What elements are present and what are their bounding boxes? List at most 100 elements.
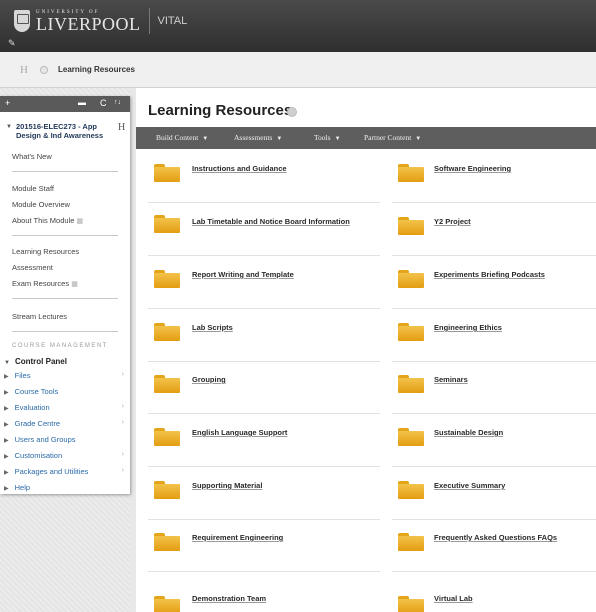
- build-content-menu[interactable]: Build Content ▼: [156, 133, 208, 142]
- add-menu-item-icon[interactable]: +: [5, 98, 10, 108]
- tools-menu[interactable]: Tools ▼: [314, 133, 341, 142]
- folder-link[interactable]: Software Engineering: [434, 164, 511, 173]
- expand-triangle-icon: ▶: [4, 438, 9, 444]
- folder-icon: [154, 481, 180, 499]
- folder-link[interactable]: Lab Scripts: [192, 323, 233, 332]
- content-folder-item[interactable]: Frequently Asked Questions FAQs: [392, 519, 596, 572]
- sidebar-tool-customisation[interactable]: ▶ Customisation ›: [4, 451, 126, 460]
- sidebar-item-about-this-module[interactable]: About This Module ▦: [12, 216, 83, 225]
- content-folder-item[interactable]: Supporting Material: [148, 467, 380, 520]
- sidebar-tool-grade-centre[interactable]: ▶ Grade Centre ›: [4, 419, 126, 428]
- folder-view-icon[interactable]: ▬: [78, 98, 86, 107]
- course-title[interactable]: 201516-ELEC273 - App Design & Ind Awaren…: [16, 122, 114, 140]
- content-folder-item[interactable]: Report Writing and Template: [148, 256, 380, 309]
- folder-link[interactable]: Y2 Project: [434, 217, 471, 226]
- chevron-right-icon: ›: [121, 451, 124, 458]
- content-folder-item[interactable]: Lab Scripts: [148, 309, 380, 362]
- content-folder-item[interactable]: Seminars: [392, 361, 596, 414]
- content-folder-item[interactable]: Y2 Project: [392, 203, 596, 256]
- content-folder-item[interactable]: Demonstration Team: [148, 572, 380, 612]
- sidebar-tool-label: Users and Groups: [14, 435, 76, 444]
- pin-icon[interactable]: ✎: [8, 38, 16, 49]
- sidebar-tool-users-and-groups[interactable]: ▶ Users and Groups: [4, 435, 126, 444]
- course-home-icon[interactable]: H: [118, 122, 125, 133]
- folder-link[interactable]: Virtual Lab: [434, 594, 473, 603]
- folder-icon: [398, 533, 424, 551]
- folder-icon: [154, 533, 180, 551]
- expand-triangle-icon: ▶: [4, 454, 9, 460]
- sidebar-item-whats-new[interactable]: What's New: [12, 152, 52, 161]
- sidebar-tool-label: Packages and Utilities: [14, 467, 89, 476]
- content-folder-item[interactable]: Lab Timetable and Notice Board Informati…: [148, 203, 380, 256]
- folder-link[interactable]: Report Writing and Template: [192, 270, 294, 279]
- content-folder-item[interactable]: Grouping: [148, 361, 380, 414]
- folder-link[interactable]: Grouping: [192, 375, 226, 384]
- expand-triangle-icon: ▶: [4, 486, 9, 492]
- folder-link[interactable]: Seminars: [434, 375, 468, 384]
- sidebar-divider: [12, 171, 118, 172]
- partner-content-menu[interactable]: Partner Content ▼: [364, 133, 421, 142]
- control-panel-label: Control Panel: [14, 357, 67, 366]
- sidebar-tool-label: Customisation: [14, 451, 63, 460]
- folder-icon: [154, 375, 180, 393]
- folder-link[interactable]: Executive Summary: [434, 481, 505, 490]
- university-logo[interactable]: UNIVERSITY OF LIVERPOOL VITAL: [14, 8, 187, 34]
- content-folder-item[interactable]: Requirement Engineering: [148, 519, 380, 572]
- folder-link[interactable]: Demonstration Team: [192, 594, 266, 603]
- content-folder-item[interactable]: Instructions and Guidance: [148, 150, 380, 203]
- folder-icon: [154, 270, 180, 288]
- content-folder-item[interactable]: Experiments Briefing Podcasts: [392, 256, 596, 309]
- course-menu-toolbar: + ▬ C ↑↓: [0, 96, 130, 112]
- content-folder-item[interactable]: Software Engineering: [392, 150, 596, 203]
- course-menu-panel: + ▬ C ↑↓ ▼ 201516-ELEC273 - App Design &…: [0, 96, 130, 494]
- collapse-triangle-icon[interactable]: ▼: [6, 124, 12, 130]
- sidebar-tool-evaluation[interactable]: ▶ Evaluation ›: [4, 403, 126, 412]
- logo-divider: [148, 8, 150, 34]
- folder-link[interactable]: Frequently Asked Questions FAQs: [434, 533, 557, 542]
- refresh-icon[interactable]: C: [100, 98, 107, 108]
- sidebar-item-learning-resources[interactable]: Learning Resources: [12, 247, 79, 256]
- expand-triangle-icon: ▶: [4, 470, 9, 476]
- sidebar-item-assessment[interactable]: Assessment: [12, 263, 53, 272]
- course-management-heading: COURSE MANAGEMENT: [12, 343, 108, 349]
- assessments-menu[interactable]: Assessments ▼: [234, 133, 282, 142]
- chevron-down-icon: ▼: [276, 136, 283, 142]
- home-icon[interactable]: H: [20, 64, 28, 76]
- folder-link[interactable]: Requirement Engineering: [192, 533, 283, 542]
- content-folder-item[interactable]: Sustainable Design: [392, 414, 596, 467]
- sidebar-tool-packages-and-utilities[interactable]: ▶ Packages and Utilities ›: [4, 467, 126, 476]
- sidebar-divider: [12, 331, 118, 332]
- sidebar-item-stream-lectures[interactable]: Stream Lectures: [12, 312, 67, 321]
- sidebar-tool-course-tools[interactable]: ▶ Course Tools: [4, 387, 126, 396]
- control-panel-toggle[interactable]: ▼ Control Panel: [4, 357, 67, 366]
- expand-triangle-icon: ▶: [4, 390, 9, 396]
- sidebar-divider: [12, 298, 118, 299]
- content-folder-item[interactable]: Virtual Lab: [392, 572, 596, 612]
- folder-link[interactable]: Experiments Briefing Podcasts: [434, 270, 545, 279]
- folder-link[interactable]: English Language Support: [192, 428, 287, 437]
- sidebar-tool-files[interactable]: ▶ Files ›: [4, 371, 126, 380]
- sidebar-tool-help[interactable]: ▶ Help: [4, 483, 126, 492]
- sidebar-item-exam-resources[interactable]: Exam Resources ▦: [12, 279, 78, 288]
- sort-icon[interactable]: ↑↓: [114, 99, 121, 106]
- folder-link[interactable]: Supporting Material: [192, 481, 262, 490]
- breadcrumb-options-icon[interactable]: [40, 66, 48, 74]
- folder-link[interactable]: Engineering Ethics: [434, 323, 502, 332]
- folder-link[interactable]: Sustainable Design: [434, 428, 503, 437]
- folder-link[interactable]: Lab Timetable and Notice Board Informati…: [192, 217, 350, 226]
- action-label: Assessments: [234, 133, 273, 142]
- sidebar-item-module-staff[interactable]: Module Staff: [12, 184, 54, 193]
- page-options-icon[interactable]: [287, 107, 297, 117]
- chevron-right-icon: ›: [121, 371, 124, 378]
- content-folder-item[interactable]: Executive Summary: [392, 467, 596, 520]
- hidden-item-icon: ▦: [71, 281, 78, 288]
- folder-icon: [398, 481, 424, 499]
- content-folder-item[interactable]: English Language Support: [148, 414, 380, 467]
- expand-triangle-icon: ▶: [4, 406, 9, 412]
- action-label: Build Content: [156, 133, 199, 142]
- sidebar-item-module-overview[interactable]: Module Overview: [12, 200, 70, 209]
- folder-icon: [398, 270, 424, 288]
- content-folder-item[interactable]: Engineering Ethics: [392, 309, 596, 362]
- content-area: Learning Resources Build Content ▼ Assess…: [136, 88, 596, 612]
- folder-link[interactable]: Instructions and Guidance: [192, 164, 287, 173]
